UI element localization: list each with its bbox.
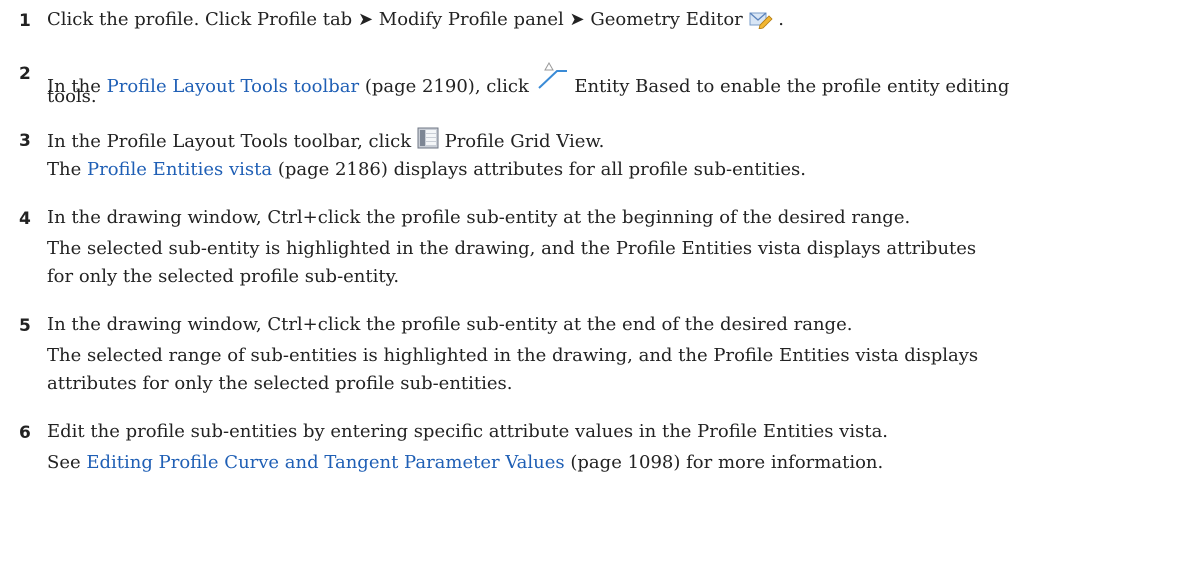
step-6-line-1: Edit the profile sub-entities by enterin… [47, 421, 889, 442]
step-number: 4 [19, 209, 31, 229]
step-number: 6 [19, 423, 31, 443]
page-reference: (page 2186) [277, 159, 388, 180]
step-text: Geometry Editor [590, 9, 743, 30]
step-2-line-2: tools. [47, 86, 97, 107]
step-1-text: Click the profile. Click Profile tab ➤ M… [47, 9, 1187, 35]
step-3-line-1: In the Profile Layout Tools toolbar, cli… [47, 127, 1187, 155]
step-text: Modify Profile panel [378, 9, 564, 30]
step-text: The [47, 159, 87, 180]
profile-entities-vista-link[interactable]: Profile Entities vista [87, 159, 272, 180]
arrow-separator: ➤ [357, 9, 374, 30]
step-text: Click the profile. Click Profile tab [47, 9, 353, 30]
step-4-line-2: The selected sub-entity is highlighted i… [47, 238, 977, 259]
step-5-line-2: The selected range of sub-entities is hi… [47, 345, 979, 366]
step-6-line-2: See Editing Profile Curve and Tangent Pa… [47, 452, 1187, 474]
editing-profile-curve-link[interactable]: Editing Profile Curve and Tangent Parame… [86, 452, 564, 473]
step-5-line-1: In the drawing window, Ctrl+click the pr… [47, 314, 853, 335]
step-4-line-3: for only the selected profile sub-entity… [47, 266, 400, 287]
step-3-line-2: The Profile Entities vista (page 2186) d… [47, 159, 1187, 181]
step-4-line-1: In the drawing window, Ctrl+click the pr… [47, 207, 911, 228]
step-5-line-3: attributes for only the selected profile… [47, 373, 513, 394]
step-text: Profile Grid View. [444, 131, 605, 152]
step-number: 2 [19, 64, 31, 84]
step-number: 5 [19, 316, 31, 336]
step-text: for more information. [680, 452, 884, 473]
profile-grid-view-icon [417, 127, 439, 155]
step-text: displays attributes for all profile sub-… [387, 159, 806, 180]
geometry-editor-icon [749, 9, 773, 35]
arrow-separator: ➤ [569, 9, 585, 30]
step-text: In the Profile Layout Tools toolbar, cli… [47, 131, 412, 152]
page-reference: (page 1098) [570, 452, 681, 473]
step-number: 3 [19, 131, 31, 151]
step-text: . [778, 9, 784, 30]
step-text: See [47, 452, 87, 473]
step-number: 1 [19, 11, 31, 31]
